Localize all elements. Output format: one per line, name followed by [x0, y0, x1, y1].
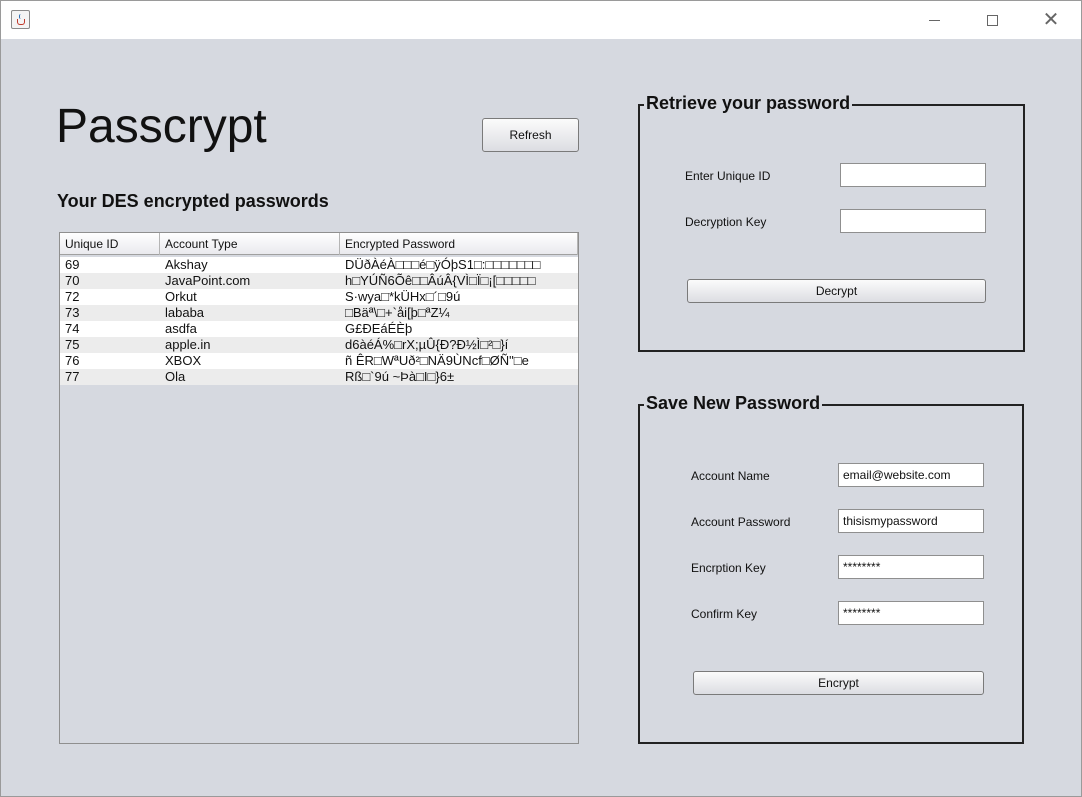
passwords-table[interactable]: Unique ID Account Type Encrypted Passwor… — [59, 232, 579, 744]
cell-encrypted-password: G£ÐEáÉÈþ — [345, 321, 413, 336]
minimize-button[interactable] — [905, 1, 963, 39]
table-row[interactable]: 74 asdfa G£ÐEáÉÈþ — [60, 321, 578, 337]
main-panel: Passcrypt Refresh Your DES encrypted pas… — [1, 39, 1081, 796]
decryption-key-label: Decryption Key — [685, 215, 767, 229]
cell-account-type: Ola — [165, 369, 186, 384]
save-panel-title: Save New Password — [644, 393, 823, 414]
cell-account-type: XBOX — [165, 353, 202, 368]
table-row[interactable]: 69 Akshay DÜðÀéÀ□□□é□ÿÓþS1□:□□□□□□□ — [60, 257, 578, 273]
account-name-label: Account Name — [691, 469, 770, 483]
cell-unique-id: 74 — [65, 321, 80, 336]
passwords-heading: Your DES encrypted passwords — [57, 191, 329, 211]
table-row[interactable]: 76 XBOX ñ ÊR□WªUð²□NÄ9ÙNcf□ØÑ"□e — [60, 353, 578, 369]
cell-encrypted-password: ñ ÊR□WªUð²□NÄ9ÙNcf□ØÑ"□e — [345, 353, 529, 368]
column-header-encrypted-password[interactable]: Encrypted Password — [340, 233, 578, 255]
confirm-key-input[interactable] — [838, 601, 984, 625]
encryption-key-input[interactable] — [838, 555, 984, 579]
close-button[interactable]: ✕ — [1022, 1, 1080, 39]
confirm-key-label: Confirm Key — [691, 607, 758, 621]
minimize-icon — [928, 19, 940, 21]
app-title: Passcrypt — [56, 100, 267, 153]
table-header: Unique ID Account Type Encrypted Passwor… — [60, 233, 578, 255]
cell-unique-id: 76 — [65, 353, 80, 368]
column-header-account-type[interactable]: Account Type — [160, 233, 340, 255]
cell-account-type: asdfa — [165, 321, 197, 336]
encrypt-button[interactable]: Encrypt — [693, 671, 984, 695]
maximize-icon — [986, 14, 998, 26]
decryption-key-input[interactable] — [840, 209, 986, 233]
account-password-input[interactable] — [838, 509, 984, 533]
cell-encrypted-password: d6àéÁ%□rX;µÛ{Ð?Ð½Ì□²□}í — [345, 337, 509, 352]
title-bar: ✕ — [1, 1, 1081, 39]
app-window: ✕ Passcrypt Refresh Your DES encrypted p… — [0, 0, 1082, 797]
unique-id-label: Enter Unique ID — [685, 169, 771, 183]
cell-encrypted-password: DÜðÀéÀ□□□é□ÿÓþS1□:□□□□□□□ — [345, 257, 541, 272]
cell-account-type: Akshay — [165, 257, 208, 272]
decrypt-button[interactable]: Decrypt — [687, 279, 986, 303]
cell-encrypted-password: S·wya□*kÜHx□´□9ú — [345, 289, 461, 304]
maximize-button[interactable] — [963, 1, 1021, 39]
table-row[interactable]: 75 apple.in d6àéÁ%□rX;µÛ{Ð?Ð½Ì□²□}í — [60, 337, 578, 353]
retrieve-panel-title: Retrieve your password — [644, 93, 853, 114]
cell-unique-id: 72 — [65, 289, 80, 304]
refresh-button[interactable]: Refresh — [482, 118, 579, 152]
table-row[interactable]: 70 JavaPoint.com h□YÚÑ6Õê□□ÂúÂ{VÌ□Ï□¡[□□… — [60, 273, 578, 289]
cell-unique-id: 75 — [65, 337, 80, 352]
column-header-unique-id[interactable]: Unique ID — [60, 233, 160, 255]
cell-encrypted-password: h□YÚÑ6Õê□□ÂúÂ{VÌ□Ï□¡[□□□□□ — [345, 273, 536, 288]
save-password-panel: Save New Password Account Name Account P… — [638, 393, 1024, 744]
cell-account-type: Orkut — [165, 289, 197, 304]
cell-unique-id: 70 — [65, 273, 80, 288]
retrieve-password-panel: Retrieve your password Enter Unique ID D… — [638, 93, 1025, 352]
table-row[interactable]: 73 lababa □Bäª\□+`åi[þ□ªZ¼ — [60, 305, 578, 321]
cell-account-type: lababa — [165, 305, 205, 320]
table-row[interactable]: 77 Ola Rß□`9ú ~Þà□I□}6± — [60, 369, 578, 385]
cell-encrypted-password: □Bäª\□+`åi[þ□ªZ¼ — [345, 305, 450, 320]
close-icon: ✕ — [1042, 9, 1060, 31]
cell-encrypted-password: Rß□`9ú ~Þà□I□}6± — [345, 369, 455, 384]
table-row[interactable]: 72 Orkut S·wya□*kÜHx□´□9ú — [60, 289, 578, 305]
table-body: 69 Akshay DÜðÀéÀ□□□é□ÿÓþS1□:□□□□□□□ 70 J… — [60, 257, 578, 385]
cell-unique-id: 69 — [65, 257, 80, 272]
java-app-icon[interactable] — [11, 10, 30, 29]
unique-id-input[interactable] — [840, 163, 986, 187]
cell-unique-id: 73 — [65, 305, 80, 320]
cell-account-type: JavaPoint.com — [165, 273, 251, 288]
encryption-key-label: Encrption Key — [691, 561, 766, 575]
cell-account-type: apple.in — [165, 337, 211, 352]
cell-unique-id: 77 — [65, 369, 80, 384]
account-password-label: Account Password — [691, 515, 791, 529]
account-name-input[interactable] — [838, 463, 984, 487]
